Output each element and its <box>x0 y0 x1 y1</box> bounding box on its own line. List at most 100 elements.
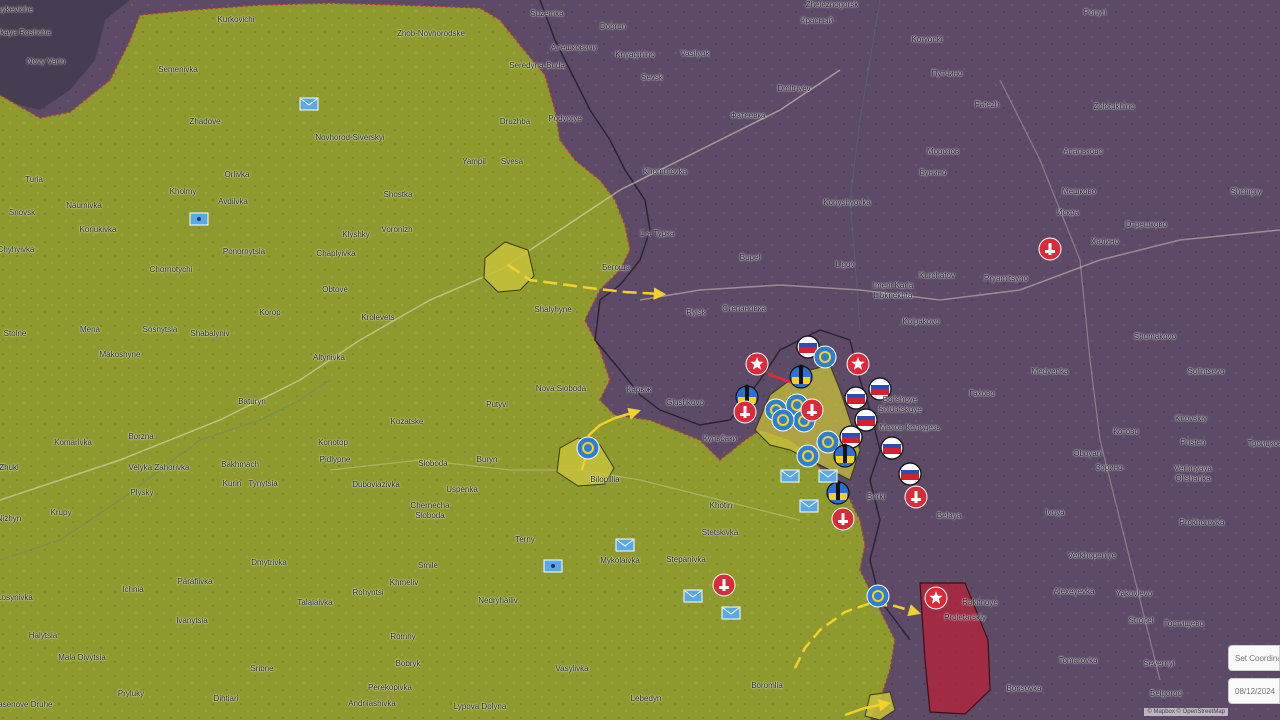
russia-unit-marker-icon[interactable] <box>712 573 736 597</box>
russia-star-marker-icon[interactable] <box>846 352 870 376</box>
russia-unit-marker-icon[interactable] <box>733 400 757 424</box>
envelope-icon[interactable] <box>780 469 800 483</box>
place-label: Yampil <box>462 157 486 166</box>
place-label: Pidlypne <box>319 455 351 464</box>
ukraine-unit-marker-icon[interactable] <box>771 408 795 432</box>
place-label: Mykolaivka <box>600 556 640 565</box>
place-label: Bol'shoye Soldatskoye <box>878 395 922 414</box>
place-label: Lypova Dolyna <box>453 702 507 711</box>
place-label: Klyshky <box>342 230 370 239</box>
russia-unit-marker-icon[interactable] <box>904 485 928 509</box>
russia-unit-marker-icon[interactable] <box>831 507 855 531</box>
map-attribution: © Mapbox © OpenStreetMap <box>1144 708 1228 716</box>
place-label: Proletarskiy <box>944 613 986 622</box>
place-label: Rakitnoye <box>962 598 998 607</box>
info-box-icon[interactable] <box>543 559 563 573</box>
place-label: Троицкое <box>1247 439 1280 448</box>
place-label: Dihtiari <box>213 694 239 703</box>
place-label: Turia <box>25 175 43 184</box>
place-label: Velyka Zahorivka <box>128 463 190 472</box>
place-label: Shumakovo <box>1133 332 1177 341</box>
place-label: Verkhopen'ye <box>1067 551 1117 560</box>
place-label: Altynivka <box>312 353 346 362</box>
place-label: Zheleznogorsk <box>805 0 859 9</box>
place-label: Bilopillia <box>590 475 620 484</box>
ukraine-unit-marker-icon[interactable] <box>813 345 837 369</box>
place-label: Shabalyniv <box>190 329 230 338</box>
place-label: Khotin <box>709 501 733 510</box>
place-label: Красный <box>800 16 834 25</box>
place-label: Yakovlevo <box>1115 589 1153 598</box>
place-label: Kurkovichi <box>217 15 255 24</box>
russia-star-marker-icon[interactable] <box>924 586 948 610</box>
set-coordinates-button[interactable]: Set Coordinates <box>1228 645 1280 671</box>
place-label: Бунино <box>919 168 947 177</box>
place-label: Pryluky <box>117 689 145 698</box>
place-label: Oboyan' <box>1073 449 1103 458</box>
place-label: Sloboda <box>418 459 448 468</box>
place-label: Ivanytsia <box>176 616 208 625</box>
place-label: Mala Divytsia <box>58 653 106 662</box>
envelope-icon[interactable] <box>818 469 838 483</box>
russia-flag-marker-icon[interactable] <box>898 462 922 486</box>
envelope-icon[interactable] <box>799 499 819 513</box>
place-label: Velykaya Roshcha <box>0 28 51 37</box>
place-label: Seredyna-Buda <box>509 61 565 70</box>
place-label: Belgorod <box>1149 689 1183 698</box>
place-label: Medvenka <box>1031 367 1069 376</box>
russia-flag-marker-icon[interactable] <box>880 436 904 460</box>
place-label: Imeni Karla Libknekhta <box>872 281 914 300</box>
russia-flag-marker-icon[interactable] <box>844 386 868 410</box>
ukraine-unit-marker-icon[interactable] <box>866 584 890 608</box>
place-label: Stepanivka <box>666 555 706 564</box>
place-label: Novhorod-Siverskyi <box>315 133 385 142</box>
place-label: Koryonki <box>911 35 943 44</box>
place-label: Chyhyivka <box>0 245 35 254</box>
place-label: Romny <box>390 632 416 641</box>
place-label: Parafiivka <box>177 577 213 586</box>
envelope-icon[interactable] <box>615 538 635 552</box>
russia-star-marker-icon[interactable] <box>745 352 769 376</box>
place-label: Obtove <box>322 285 348 294</box>
map-canvas[interactable] <box>0 0 1280 720</box>
place-label: Фатеевка <box>730 111 766 120</box>
ukraine-unit-marker-icon[interactable] <box>796 444 820 468</box>
place-label: Tynytsia <box>248 479 278 488</box>
place-label: Отрешково <box>1125 220 1167 229</box>
place-label: Yasenove Druhe <box>0 700 53 709</box>
place-label: Buryn <box>476 455 498 464</box>
place-label: Bakhmach <box>221 460 259 469</box>
date-field[interactable]: 08/12/2024 <box>1228 678 1280 704</box>
russia-unit-marker-icon[interactable] <box>800 398 824 422</box>
place-label: Bobryk <box>395 659 421 668</box>
russia-unit-marker-icon[interactable] <box>1038 237 1062 261</box>
place-label: Kurin <box>222 479 242 488</box>
place-label: Svesa <box>500 157 524 166</box>
place-label: Pristen <box>1180 438 1206 447</box>
place-label: Stroitel <box>1128 616 1154 625</box>
place-label: Pryamitsyno <box>983 274 1029 283</box>
place-label: Plysky <box>130 488 154 497</box>
place-label: Borzna <box>128 432 154 441</box>
place-label: Lebedyn <box>630 694 662 703</box>
place-label: Chaplyivka <box>316 249 356 258</box>
place-label: Nizhyn <box>0 514 22 523</box>
place-label: Halytsia <box>28 631 58 640</box>
envelope-icon[interactable] <box>299 97 319 111</box>
place-label: Ponornytsia <box>222 247 266 256</box>
envelope-icon[interactable] <box>683 589 703 603</box>
place-label: Мешково <box>1061 187 1097 196</box>
info-box-icon[interactable] <box>189 212 209 226</box>
place-label: Naumivka <box>66 201 102 210</box>
place-label: Котово <box>1113 427 1139 436</box>
place-label: Tomarovka <box>1058 656 1098 665</box>
place-label: Avdiivka <box>218 197 248 206</box>
place-label: Stetskivka <box>701 528 739 537</box>
place-label: Гахово <box>969 389 995 398</box>
place-label: Sevsk <box>641 73 663 82</box>
place-label: L'gov <box>835 260 855 269</box>
place-label: Knyaginino <box>615 50 655 59</box>
ukraine-unit-marker-icon[interactable] <box>576 436 600 460</box>
envelope-icon[interactable] <box>721 606 741 620</box>
place-label: Степановка <box>722 304 766 313</box>
